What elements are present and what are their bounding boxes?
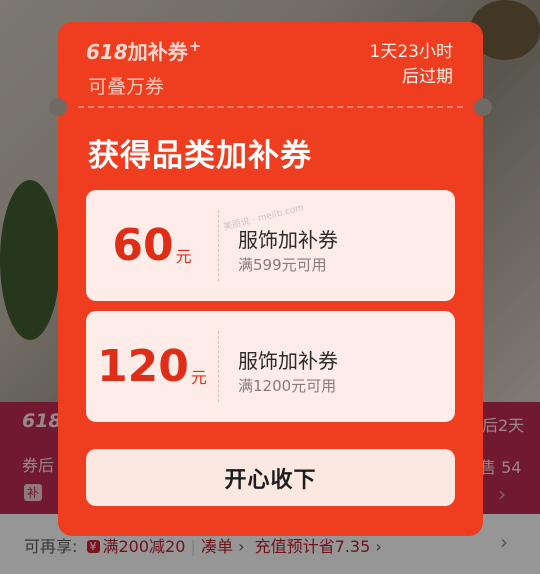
ticket-notch-left	[49, 98, 67, 116]
coupon-condition: 满599元可用	[238, 256, 327, 274]
coupon-amount-unit: 元	[190, 367, 207, 387]
ticket-notch-right	[474, 98, 492, 116]
coupon-separator	[218, 331, 219, 402]
coupon-name: 服饰加补券	[238, 349, 338, 373]
expiry-time: 1天23小时	[369, 42, 453, 62]
coupon-condition: 满1200元可用	[238, 377, 337, 395]
coupon-modal: 618加补券+ 可叠万券 1天23小时 后过期 获得品类加补券 60 元 美丽说 …	[49, 22, 492, 536]
accept-button[interactable]: 开心收下	[86, 449, 455, 506]
stackable-note: 可叠万券	[88, 76, 165, 98]
expiry-suffix: 后过期	[402, 67, 453, 87]
plus-icon: +	[188, 37, 202, 55]
coupon-amount-value: 60	[112, 220, 174, 271]
brand-number: 618	[86, 40, 128, 64]
modal-title: 获得品类加补券	[88, 138, 312, 174]
coupon-separator	[218, 210, 219, 281]
coupon-card: 120 元 服饰加补券 满1200元可用	[86, 311, 455, 422]
coupon-name: 服饰加补券	[238, 228, 338, 252]
coupon-card: 60 元 美丽说 · meilb.com 服饰加补券 满599元可用	[86, 190, 455, 301]
coupon-amount: 60 元	[86, 190, 218, 301]
brand-text: 加补券	[127, 40, 188, 64]
ticket-divider	[78, 106, 463, 108]
expiry-countdown: 1天23小时 后过期	[343, 40, 453, 90]
brand-logo: 618加补券+	[86, 36, 201, 65]
coupon-amount: 120 元	[86, 311, 218, 422]
coupon-amount-value: 120	[97, 341, 189, 392]
coupon-amount-unit: 元	[175, 246, 192, 266]
